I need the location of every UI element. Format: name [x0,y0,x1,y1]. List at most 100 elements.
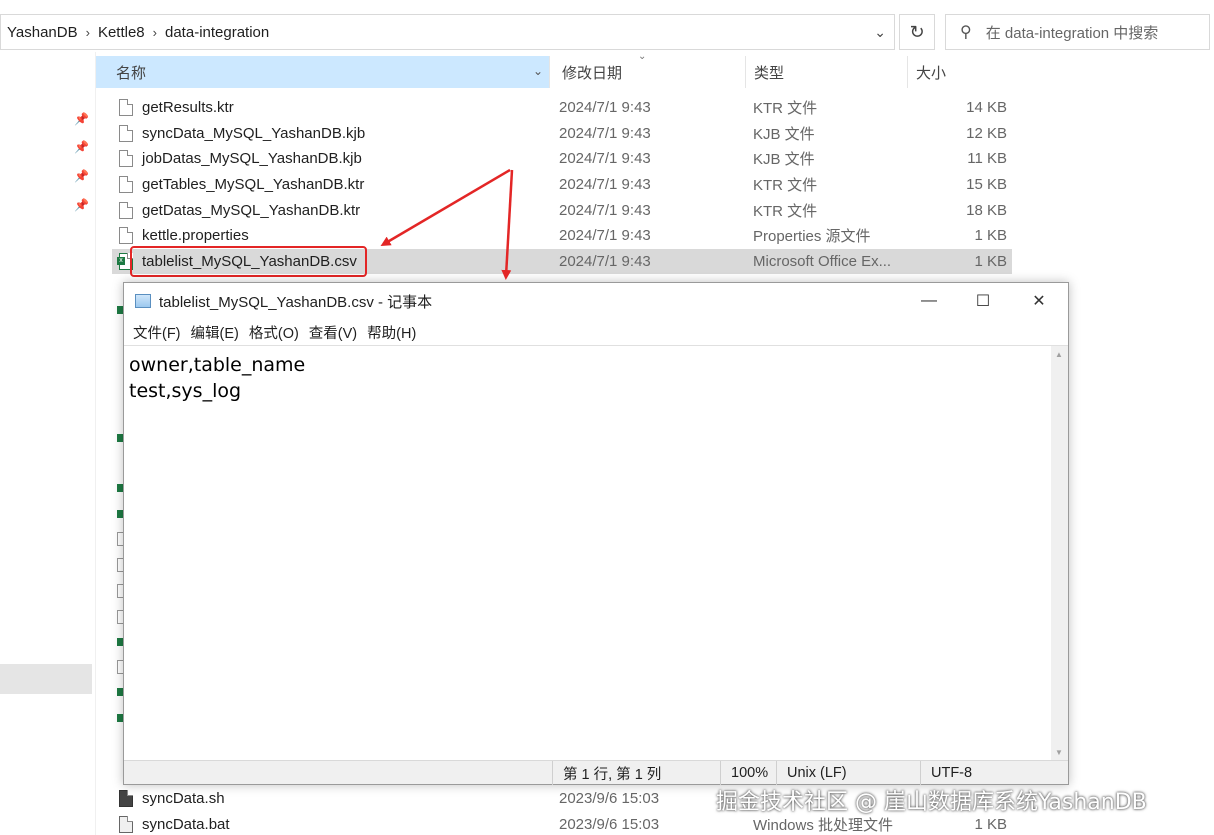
file-date: 2024/7/1 9:43 [559,227,651,245]
menu-help[interactable]: 帮助(H) [362,322,421,343]
column-header-size[interactable]: 大小 [908,56,1014,88]
search-box[interactable]: ⚲ 在 data-integration 中搜索 [945,14,1210,50]
file-content[interactable]: owner,table_name test,sys_log [129,352,305,404]
vertical-scrollbar[interactable]: ▲ ▼ [1051,346,1068,761]
column-header-label: 类型 [754,64,785,82]
batch-file-icon [119,815,133,833]
column-header-date[interactable]: ⌄ 修改日期 [550,51,746,88]
ribbon-remnant [0,0,1214,10]
file-date: 2024/7/1 9:43 [559,99,651,117]
chevron-down-icon[interactable]: ⌄ [874,24,886,41]
menu-view[interactable]: 查看(V) [304,322,362,343]
file-date: 2024/7/1 9:43 [559,252,651,270]
file-icon [119,227,133,245]
file-date: 2024/7/1 9:43 [559,176,651,194]
close-button[interactable]: ✕ [1014,283,1064,319]
file-row[interactable]: kettle.properties 2024/7/1 9:43 Properti… [112,223,1012,249]
file-name: getTables_MySQL_YashanDB.ktr [142,176,365,194]
nav-item-selected[interactable] [0,664,92,694]
search-icon: ⚲ [960,24,972,41]
breadcrumb-yashandb[interactable]: YashanDB [1,24,84,41]
file-size: 12 KB [966,124,1007,142]
file-type: Windows 批处理文件 [753,816,894,834]
notepad-window[interactable]: tablelist_MySQL_YashanDB.csv - 记事本 — ☐ ✕… [123,282,1069,785]
file-size: 1 KB [974,252,1007,270]
sort-indicator-icon: ⌄ [638,51,647,62]
menu-file[interactable]: 文件(F) [128,322,186,343]
file-icon [119,99,133,117]
file-type: Microsoft Office Ex... [753,252,892,270]
file-type: KTR 文件 [753,177,818,195]
column-header-label: 大小 [916,64,947,82]
minimize-button[interactable]: — [904,283,954,319]
breadcrumb-kettle8[interactable]: Kettle8 [92,24,151,41]
file-icon [119,176,133,194]
file-date: 2024/7/1 9:43 [559,150,651,168]
file-name: syncData_MySQL_YashanDB.kjb [142,124,366,142]
file-type: KTR 文件 [753,202,818,220]
file-date: 2024/7/1 9:43 [559,201,651,219]
file-name: syncData.bat [142,815,230,833]
search-placeholder: 在 data-integration 中搜索 [985,24,1159,42]
text-editor-area[interactable]: owner,table_name test,sys_log ▲ ▼ [124,345,1068,761]
pin-icon: 📌 [74,140,89,154]
file-row[interactable]: getTables_MySQL_YashanDB.ktr 2024/7/1 9:… [112,172,1012,198]
file-size: 11 KB [967,150,1007,168]
chevron-right-icon[interactable]: › [151,25,159,40]
file-row[interactable]: jobDatas_MySQL_YashanDB.kjb 2024/7/1 9:4… [112,146,1012,172]
column-header-type[interactable]: 类型 [746,56,908,88]
navigation-pane[interactable]: 📌 📌 📌 📌 [0,52,96,835]
file-date: 2023/9/6 15:03 [559,815,660,833]
file-size: 18 KB [966,201,1007,219]
maximize-button[interactable]: ☐ [958,283,1008,319]
window-title: tablelist_MySQL_YashanDB.csv - 记事本 [159,293,433,311]
menu-format[interactable]: 格式(O) [244,322,304,343]
file-size: 1 KB [974,227,1007,245]
refresh-button[interactable]: ↻ [899,14,935,50]
file-type: KJB 文件 [753,125,815,143]
file-row[interactable]: syncData_MySQL_YashanDB.kjb 2024/7/1 9:4… [112,121,1012,147]
column-header-label: 修改日期 [562,64,623,82]
file-name: jobDatas_MySQL_YashanDB.kjb [142,150,362,168]
address-bar[interactable]: YashanDB › Kettle8 › data-integration ⌄ [0,14,895,50]
file-row[interactable]: getDatas_MySQL_YashanDB.ktr 2024/7/1 9:4… [112,197,1012,223]
chevron-right-icon[interactable]: › [84,25,92,40]
pin-icon: 📌 [74,112,89,126]
menu-bar: 文件(F) 编辑(E) 格式(O) 查看(V) 帮助(H) [128,319,421,345]
notepad-title-bar[interactable]: tablelist_MySQL_YashanDB.csv - 记事本 — ☐ ✕ [124,283,1068,319]
chevron-down-icon[interactable]: ⌄ [533,64,543,78]
file-icon [119,150,133,168]
file-size: 1 KB [974,815,1007,833]
file-size: 14 KB [966,99,1007,117]
column-header-name[interactable]: 名称 ⌄ [96,56,550,88]
file-name: kettle.properties [142,227,249,245]
file-date: 2023/9/6 15:03 [559,790,660,808]
file-type: KTR 文件 [753,100,818,118]
status-zoom: 100% [720,761,776,785]
status-encoding: UTF-8 [920,761,1068,785]
menu-edit[interactable]: 编辑(E) [186,322,244,343]
file-icon [119,201,133,219]
notepad-app-icon [135,294,151,308]
scroll-down-icon[interactable]: ▼ [1055,748,1063,757]
file-name: getDatas_MySQL_YashanDB.ktr [142,201,361,219]
file-date: 2024/7/1 9:43 [559,124,651,142]
status-bar: 第 1 行, 第 1 列 100% Unix (LF) UTF-8 [124,760,1068,785]
column-headers: 名称 ⌄ ⌄ 修改日期 类型 大小 [96,51,1016,88]
highlight-box [130,246,367,277]
file-name: getResults.ktr [142,99,234,117]
pin-icon: 📌 [74,169,89,183]
column-header-label: 名称 [116,64,147,82]
file-type: Properties 源文件 [753,228,871,246]
file-size: 15 KB [966,176,1007,194]
refresh-icon: ↻ [909,21,925,42]
breadcrumb-data-integration[interactable]: data-integration [159,24,275,41]
scroll-up-icon[interactable]: ▲ [1055,350,1063,359]
status-line-ending: Unix (LF) [776,761,920,785]
file-row[interactable]: getResults.ktr 2024/7/1 9:43 KTR 文件 14 K… [112,95,1012,121]
watermark: 掘金技术社区 @ 崖山数据库系统YashanDB [716,790,1147,815]
file-icon [119,124,133,142]
file-type: KJB 文件 [753,151,815,169]
pin-icon: 📌 [74,198,89,212]
shell-script-icon [119,790,133,808]
